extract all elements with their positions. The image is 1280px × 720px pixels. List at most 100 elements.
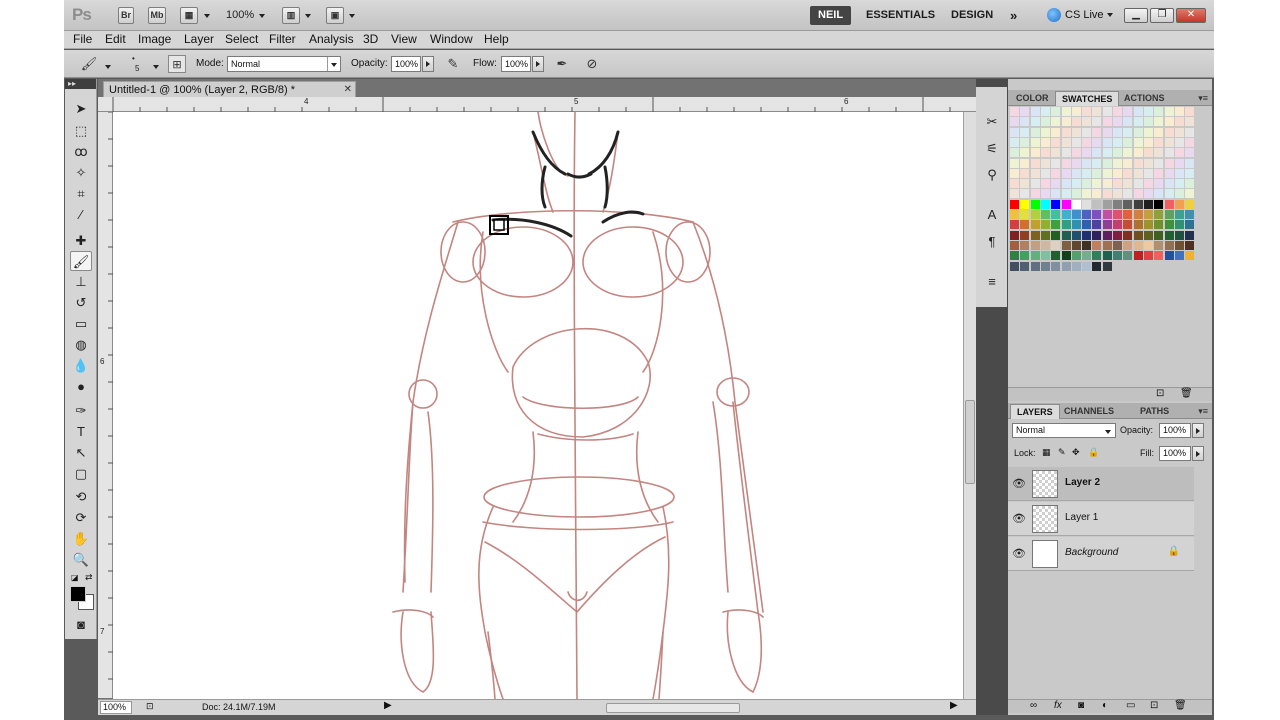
color-swatch[interactable] [1030, 240, 1040, 250]
delete-layer-icon[interactable]: 🗑 [1174, 700, 1187, 711]
color-swatch[interactable] [1185, 251, 1195, 261]
color-swatch[interactable] [1071, 220, 1081, 230]
color-swatch[interactable] [1071, 107, 1081, 116]
brush-size-dropdown[interactable] [150, 61, 159, 73]
zoom-tool-icon[interactable]: 🔍 [70, 550, 92, 570]
color-swatch[interactable] [1030, 117, 1040, 127]
brush-preset-icon[interactable]: 🖌 [80, 55, 98, 73]
color-swatch[interactable] [1030, 107, 1040, 116]
color-swatch[interactable] [1030, 148, 1040, 158]
menu-image[interactable]: Image [138, 32, 171, 46]
color-swatch[interactable] [1185, 189, 1195, 199]
color-swatch[interactable] [1082, 107, 1092, 116]
color-swatch[interactable] [1030, 189, 1040, 199]
color-swatch[interactable] [1092, 107, 1102, 116]
color-swatch[interactable] [1164, 220, 1174, 230]
color-swatch[interactable] [1061, 189, 1071, 199]
tab-paths[interactable]: PATHS [1134, 404, 1175, 419]
color-swatch[interactable] [1185, 137, 1195, 147]
layers-panel-menu-icon[interactable]: ▾≡ [1198, 406, 1208, 417]
new-swatch-icon[interactable]: ⊡ [1156, 388, 1164, 399]
view-extras-icon[interactable]: ▦ [180, 7, 198, 24]
color-swatch[interactable] [1051, 189, 1061, 199]
color-swatch[interactable] [1154, 107, 1164, 116]
color-swatch[interactable] [1123, 230, 1133, 240]
layer-name[interactable]: Layer 1 [1065, 512, 1098, 523]
color-swatch[interactable] [1143, 199, 1153, 209]
color-swatch[interactable] [1082, 168, 1092, 178]
brush-tool-icon[interactable]: 🖌 [70, 251, 92, 271]
color-swatch[interactable] [1154, 230, 1164, 240]
color-swatch[interactable] [1133, 107, 1143, 116]
color-swatch[interactable] [1092, 261, 1102, 271]
color-swatch[interactable] [1133, 230, 1143, 240]
color-swatch[interactable] [1030, 230, 1040, 240]
screen-mode-icon[interactable]: ▣ [326, 7, 344, 24]
color-swatch[interactable] [1113, 107, 1122, 116]
color-swatch[interactable] [1082, 137, 1092, 147]
color-swatch[interactable] [1164, 189, 1174, 199]
color-swatch[interactable] [1154, 168, 1164, 178]
color-swatch[interactable] [1143, 158, 1153, 168]
layer-opacity-input[interactable]: 100% [1159, 423, 1191, 438]
layer-opacity-slider-button[interactable] [1192, 423, 1204, 438]
tab-channels[interactable]: CHANNELS [1058, 404, 1120, 419]
color-swatch[interactable] [1010, 117, 1019, 127]
menu-help[interactable]: Help [484, 32, 509, 46]
document-tab[interactable]: Untitled-1 @ 100% (Layer 2, RGB/8) * ✕ [103, 81, 356, 98]
color-swatch[interactable] [1082, 127, 1092, 137]
color-swatch[interactable] [1123, 251, 1133, 261]
color-swatch[interactable] [1010, 240, 1019, 250]
color-swatch[interactable] [1123, 199, 1133, 209]
horizontal-scroll-thumb[interactable] [606, 703, 740, 713]
opacity-slider-button[interactable] [422, 56, 434, 72]
color-swatch[interactable] [1174, 189, 1184, 199]
clone-stamp-tool-icon[interactable]: ⊥ [70, 272, 92, 292]
hand-tool-icon[interactable]: ✋ [70, 529, 92, 549]
color-swatch[interactable] [1164, 107, 1174, 116]
color-swatch[interactable] [1123, 148, 1133, 158]
mini-bridge-button[interactable]: Mb [148, 7, 166, 24]
color-swatch[interactable] [1082, 240, 1092, 250]
color-swatch[interactable] [1154, 220, 1164, 230]
color-swatch[interactable] [1174, 137, 1184, 147]
color-swatch[interactable] [1051, 240, 1061, 250]
color-swatch[interactable] [1082, 148, 1092, 158]
foreground-color-swatch[interactable] [70, 586, 86, 602]
color-swatch[interactable] [1040, 148, 1050, 158]
color-swatch[interactable] [1185, 199, 1195, 209]
visibility-eye-icon[interactable]: 👁 [1012, 545, 1026, 563]
clone-source-icon[interactable]: ⚟ [981, 139, 1003, 159]
color-swatch[interactable] [1102, 168, 1112, 178]
color-swatch[interactable] [1082, 261, 1092, 271]
adjustment-layer-icon[interactable]: ◐ [1102, 700, 1108, 711]
color-swatch[interactable] [1051, 148, 1061, 158]
color-swatch[interactable] [1154, 179, 1164, 189]
color-swatch[interactable] [1040, 189, 1050, 199]
swatches-grid[interactable] [1010, 107, 1196, 347]
color-swatch[interactable] [1133, 117, 1143, 127]
color-swatch[interactable] [1010, 261, 1019, 271]
color-swatch[interactable] [1154, 189, 1164, 199]
color-swatch[interactable] [1133, 251, 1143, 261]
mode-select[interactable]: Normal [227, 56, 341, 72]
color-swatch[interactable] [1010, 189, 1019, 199]
brush-presets-icon[interactable]: ⚲ [981, 165, 1003, 185]
color-swatch[interactable] [1040, 261, 1050, 271]
view-extras-dropdown[interactable] [201, 10, 210, 22]
color-swatch[interactable] [1020, 168, 1030, 178]
blend-mode-arrow[interactable] [1102, 426, 1111, 438]
screen-mode-dropdown[interactable] [346, 10, 355, 22]
color-swatch[interactable] [1174, 240, 1184, 250]
lock-all-icon[interactable]: 🔒 [1088, 447, 1099, 458]
layer-row[interactable]: 👁 Layer 1 [1008, 502, 1194, 536]
color-swatch[interactable] [1185, 148, 1195, 158]
color-swatch[interactable] [1051, 168, 1061, 178]
color-swatch[interactable] [1102, 117, 1112, 127]
menu-edit[interactable]: Edit [105, 32, 126, 46]
color-swatch[interactable] [1092, 210, 1102, 219]
menu-3d[interactable]: 3D [363, 32, 378, 46]
workspace-essentials[interactable]: ESSENTIALS [858, 6, 943, 25]
status-info-icon[interactable]: ⊡ [146, 701, 154, 712]
color-swatch[interactable] [1102, 199, 1112, 209]
